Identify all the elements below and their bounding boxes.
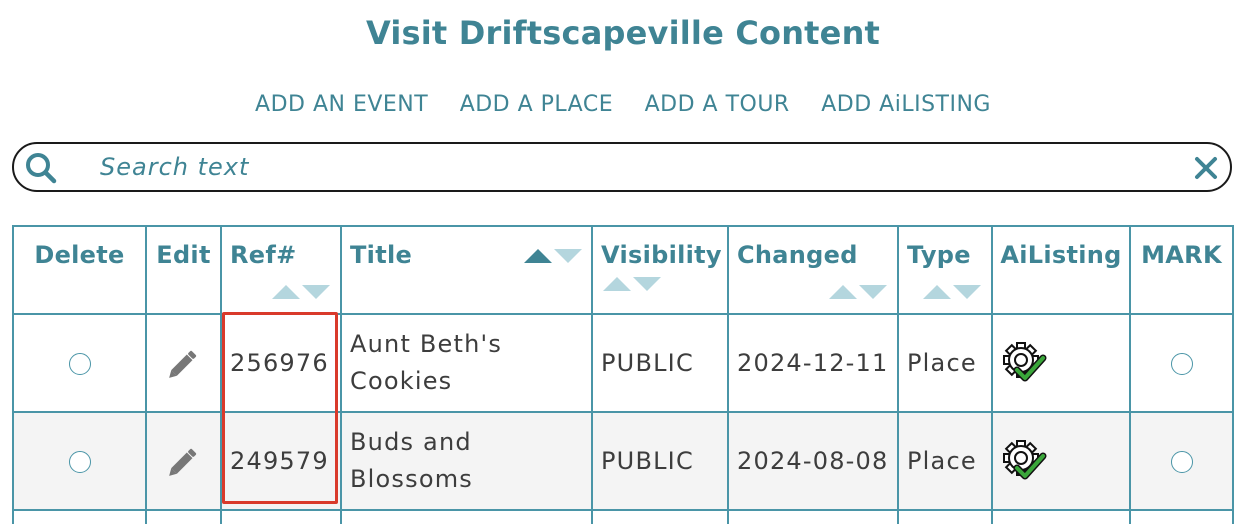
type-sort-control[interactable] xyxy=(923,285,981,299)
col-mark: MARK xyxy=(1129,225,1234,315)
content-table: Delete Edit Ref# Title Visibility Change… xyxy=(12,225,1234,524)
edit-cell xyxy=(145,411,222,511)
partial-cell xyxy=(145,509,222,524)
col-type[interactable]: Type xyxy=(897,225,993,315)
title-cell[interactable]: Buds and Blossoms xyxy=(340,411,593,511)
add-tour-link[interactable]: ADD A TOUR xyxy=(645,92,790,117)
sort-desc-icon[interactable] xyxy=(554,249,582,263)
title-sort-control[interactable] xyxy=(524,249,582,263)
sort-asc-icon[interactable] xyxy=(829,285,857,299)
sort-desc-icon[interactable] xyxy=(302,285,330,299)
title-line: Buds and xyxy=(350,428,472,456)
col-edit: Edit xyxy=(145,225,222,315)
sort-desc-icon[interactable] xyxy=(953,285,981,299)
col-ailisting: AiListing xyxy=(991,225,1131,315)
table-row: 249579 Buds and Blossoms PUBLIC 2024-08-… xyxy=(12,411,1234,511)
edit-cell xyxy=(145,313,222,413)
sort-desc-icon[interactable] xyxy=(633,277,661,291)
search-bar xyxy=(12,142,1232,192)
table-header-row: Delete Edit Ref# Title Visibility Change… xyxy=(12,225,1234,315)
add-event-link[interactable]: ADD AN EVENT xyxy=(255,92,428,117)
close-icon[interactable] xyxy=(1194,156,1218,180)
mark-radio[interactable] xyxy=(1170,451,1193,473)
search-icon[interactable] xyxy=(24,151,58,185)
title-line: Cookies xyxy=(350,367,453,395)
add-place-link[interactable]: ADD A PLACE xyxy=(460,92,613,117)
partial-cell xyxy=(591,509,729,524)
visibility-cell: PUBLIC xyxy=(591,313,729,413)
mark-cell xyxy=(1129,411,1234,511)
sort-asc-icon[interactable] xyxy=(272,285,300,299)
visibility-cell: PUBLIC xyxy=(591,411,729,511)
mark-radio[interactable] xyxy=(1170,353,1193,375)
gear-check-icon[interactable] xyxy=(1001,340,1047,386)
search-input[interactable] xyxy=(100,150,1180,184)
changed-cell: 2024-08-08 xyxy=(727,411,899,511)
title-line: Aunt Beth's xyxy=(350,330,503,358)
partial-cell xyxy=(12,509,147,524)
ailisting-cell xyxy=(991,313,1131,413)
add-ailisting-link[interactable]: ADD AiLISTING xyxy=(821,92,991,117)
delete-radio[interactable] xyxy=(68,353,91,375)
col-visibility[interactable]: Visibility xyxy=(591,225,729,315)
col-ref-label: Ref# xyxy=(230,241,297,269)
delete-radio[interactable] xyxy=(68,451,91,473)
col-delete: Delete xyxy=(12,225,147,315)
col-ref[interactable]: Ref# xyxy=(220,225,342,315)
partial-cell xyxy=(220,509,342,524)
col-changed[interactable]: Changed xyxy=(727,225,899,315)
sort-asc-icon[interactable] xyxy=(603,277,631,291)
ailisting-cell xyxy=(991,411,1131,511)
ref-sort-control[interactable] xyxy=(272,285,330,299)
pencil-icon[interactable] xyxy=(166,443,202,479)
table-row: 256976 Aunt Beth's Cookies PUBLIC 2024-1… xyxy=(12,313,1234,413)
col-type-label: Type xyxy=(907,241,971,269)
col-title-label: Title xyxy=(350,241,413,269)
col-title[interactable]: Title xyxy=(340,225,593,315)
title-cell[interactable]: Aunt Beth's Cookies xyxy=(340,313,593,413)
changed-cell: 2024-12-11 xyxy=(727,313,899,413)
page-title: Visit Driftscapeville Content xyxy=(365,14,881,52)
partial-cell xyxy=(897,509,993,524)
partial-cell xyxy=(727,509,899,524)
col-changed-label: Changed xyxy=(737,241,858,269)
delete-cell xyxy=(12,313,147,413)
col-visibility-label: Visibility xyxy=(601,241,722,269)
partial-cell xyxy=(991,509,1131,524)
gear-check-icon[interactable] xyxy=(1001,438,1047,484)
partial-cell xyxy=(1129,509,1234,524)
pencil-icon[interactable] xyxy=(166,345,202,381)
ref-cell: 249579 xyxy=(220,411,342,511)
sort-asc-icon[interactable] xyxy=(923,285,951,299)
mark-cell xyxy=(1129,313,1234,413)
title-line: Blossoms xyxy=(350,465,473,493)
sort-desc-icon[interactable] xyxy=(859,285,887,299)
add-actions-bar: ADD AN EVENT ADD A PLACE ADD A TOUR ADD … xyxy=(0,92,1246,117)
type-cell: Place xyxy=(897,411,993,511)
changed-sort-control[interactable] xyxy=(829,285,887,299)
sort-asc-icon[interactable] xyxy=(524,249,552,263)
table-row-partial xyxy=(12,509,1234,524)
visibility-sort-control[interactable] xyxy=(603,277,661,291)
type-cell: Place xyxy=(897,313,993,413)
ref-cell: 256976 xyxy=(220,313,342,413)
partial-cell xyxy=(340,509,593,524)
delete-cell xyxy=(12,411,147,511)
